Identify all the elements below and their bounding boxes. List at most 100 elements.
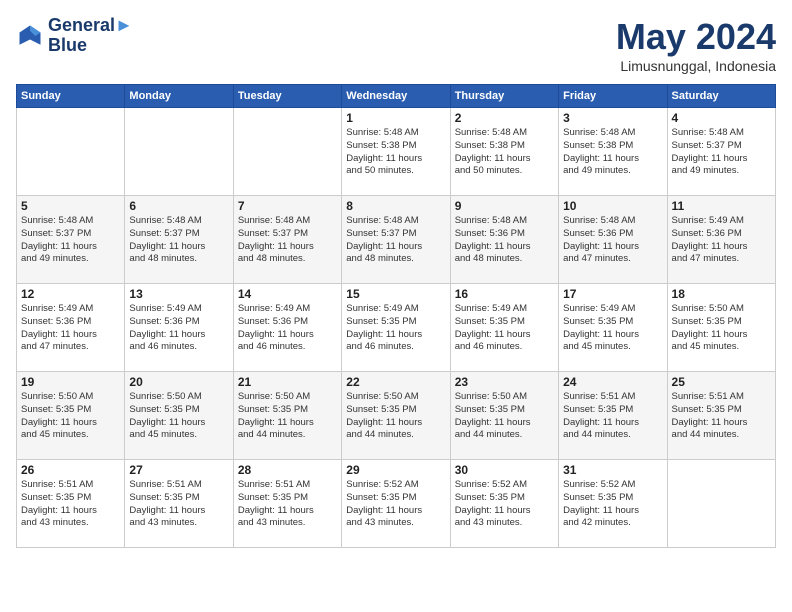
day-info: Sunrise: 5:49 AM Sunset: 5:35 PM Dayligh… (346, 303, 445, 354)
calendar-cell: 29 Sunrise: 5:52 AM Sunset: 5:35 PM Dayli… (342, 460, 450, 548)
day-info: Sunrise: 5:49 AM Sunset: 5:36 PM Dayligh… (21, 303, 120, 354)
calendar-cell (667, 460, 775, 548)
day-number: 3 (563, 111, 662, 125)
day-info: Sunrise: 5:48 AM Sunset: 5:37 PM Dayligh… (346, 215, 445, 266)
calendar-cell: 20Sunrise: 5:50 AM Sunset: 5:35 PM Dayli… (125, 372, 233, 460)
day-info: Sunrise: 5:52 AM Sunset: 5:35 PM Dayligh… (563, 479, 662, 530)
calendar-cell (233, 108, 341, 196)
day-number: 13 (129, 287, 228, 301)
day-number: 29 (346, 463, 445, 477)
day-number: 1 (346, 111, 445, 125)
calendar-cell: 12 Sunrise: 5:49 AM Sunset: 5:36 PM Dayli… (17, 284, 125, 372)
calendar-cell: 6 Sunrise: 5:48 AM Sunset: 5:37 PM Daylig… (125, 196, 233, 284)
day-info: Sunrise: 5:50 AM Sunset: 5:35 PM Dayligh… (238, 391, 337, 442)
day-info: Sunrise: 5:50 AM Sunset: 5:35 PM Dayligh… (672, 303, 771, 354)
day-info: Sunrise: 5:52 AM Sunset: 5:35 PM Dayligh… (346, 479, 445, 530)
day-info: Sunrise: 5:48 AM Sunset: 5:36 PM Dayligh… (455, 215, 554, 266)
logo-icon (16, 22, 44, 50)
day-number: 2 (455, 111, 554, 125)
day-number: 25 (672, 375, 771, 389)
calendar-cell: 8 Sunrise: 5:48 AM Sunset: 5:37 PM Daylig… (342, 196, 450, 284)
day-info: Sunrise: 5:49 AM Sunset: 5:36 PM Dayligh… (238, 303, 337, 354)
calendar-cell: 30 Sunrise: 5:52 AM Sunset: 5:35 PM Dayli… (450, 460, 558, 548)
day-info: Sunrise: 5:49 AM Sunset: 5:36 PM Dayligh… (672, 215, 771, 266)
calendar-cell: 2 Sunrise: 5:48 AM Sunset: 5:38 PM Daylig… (450, 108, 558, 196)
day-number: 30 (455, 463, 554, 477)
month-title: May 2024 (616, 16, 776, 58)
day-number: 17 (563, 287, 662, 301)
calendar-cell: 18Sunrise: 5:50 AM Sunset: 5:35 PM Dayli… (667, 284, 775, 372)
day-info: Sunrise: 5:49 AM Sunset: 5:35 PM Dayligh… (563, 303, 662, 354)
day-number: 7 (238, 199, 337, 213)
calendar-cell: 9 Sunrise: 5:48 AM Sunset: 5:36 PM Daylig… (450, 196, 558, 284)
weekday-header: Monday (125, 85, 233, 108)
day-number: 12 (21, 287, 120, 301)
calendar-cell: 22 Sunrise: 5:50 AM Sunset: 5:35 PM Dayli… (342, 372, 450, 460)
calendar-header-row: SundayMondayTuesdayWednesdayThursdayFrid… (17, 85, 776, 108)
calendar-cell: 5Sunrise: 5:48 AM Sunset: 5:37 PM Daylig… (17, 196, 125, 284)
day-info: Sunrise: 5:51 AM Sunset: 5:35 PM Dayligh… (129, 479, 228, 530)
day-info: Sunrise: 5:48 AM Sunset: 5:38 PM Dayligh… (346, 127, 445, 178)
calendar-cell: 23 Sunrise: 5:50 AM Sunset: 5:35 PM Dayli… (450, 372, 558, 460)
logo: General► Blue (16, 16, 133, 56)
day-number: 22 (346, 375, 445, 389)
day-number: 14 (238, 287, 337, 301)
title-block: May 2024 Limusnunggal, Indonesia (616, 16, 776, 74)
weekday-header: Thursday (450, 85, 558, 108)
calendar-cell (125, 108, 233, 196)
day-number: 31 (563, 463, 662, 477)
day-info: Sunrise: 5:48 AM Sunset: 5:38 PM Dayligh… (455, 127, 554, 178)
calendar-cell: 10 Sunrise: 5:48 AM Sunset: 5:36 PM Dayli… (559, 196, 667, 284)
day-info: Sunrise: 5:50 AM Sunset: 5:35 PM Dayligh… (346, 391, 445, 442)
calendar-cell: 21 Sunrise: 5:50 AM Sunset: 5:35 PM Dayli… (233, 372, 341, 460)
calendar-week-row: 1 Sunrise: 5:48 AM Sunset: 5:38 PM Daylig… (17, 108, 776, 196)
day-number: 23 (455, 375, 554, 389)
calendar-cell: 4Sunrise: 5:48 AM Sunset: 5:37 PM Daylig… (667, 108, 775, 196)
weekday-header: Tuesday (233, 85, 341, 108)
calendar-week-row: 26 Sunrise: 5:51 AM Sunset: 5:35 PM Dayli… (17, 460, 776, 548)
calendar-cell: 16Sunrise: 5:49 AM Sunset: 5:35 PM Dayli… (450, 284, 558, 372)
calendar-cell: 25 Sunrise: 5:51 AM Sunset: 5:35 PM Dayli… (667, 372, 775, 460)
calendar-cell: 14 Sunrise: 5:49 AM Sunset: 5:36 PM Dayli… (233, 284, 341, 372)
calendar-cell: 27Sunrise: 5:51 AM Sunset: 5:35 PM Dayli… (125, 460, 233, 548)
day-number: 24 (563, 375, 662, 389)
day-info: Sunrise: 5:49 AM Sunset: 5:36 PM Dayligh… (129, 303, 228, 354)
day-info: Sunrise: 5:50 AM Sunset: 5:35 PM Dayligh… (455, 391, 554, 442)
calendar-cell: 7 Sunrise: 5:48 AM Sunset: 5:37 PM Daylig… (233, 196, 341, 284)
calendar-cell: 17 Sunrise: 5:49 AM Sunset: 5:35 PM Dayli… (559, 284, 667, 372)
day-info: Sunrise: 5:48 AM Sunset: 5:38 PM Dayligh… (563, 127, 662, 178)
calendar-cell: 28Sunrise: 5:51 AM Sunset: 5:35 PM Dayli… (233, 460, 341, 548)
day-number: 11 (672, 199, 771, 213)
day-info: Sunrise: 5:50 AM Sunset: 5:35 PM Dayligh… (21, 391, 120, 442)
day-number: 15 (346, 287, 445, 301)
day-info: Sunrise: 5:52 AM Sunset: 5:35 PM Dayligh… (455, 479, 554, 530)
day-info: Sunrise: 5:51 AM Sunset: 5:35 PM Dayligh… (563, 391, 662, 442)
day-number: 6 (129, 199, 228, 213)
calendar-cell: 19 Sunrise: 5:50 AM Sunset: 5:35 PM Dayli… (17, 372, 125, 460)
day-number: 9 (455, 199, 554, 213)
day-info: Sunrise: 5:51 AM Sunset: 5:35 PM Dayligh… (672, 391, 771, 442)
day-number: 26 (21, 463, 120, 477)
day-info: Sunrise: 5:50 AM Sunset: 5:35 PM Dayligh… (129, 391, 228, 442)
weekday-header: Sunday (17, 85, 125, 108)
weekday-header: Saturday (667, 85, 775, 108)
calendar-cell: 1 Sunrise: 5:48 AM Sunset: 5:38 PM Daylig… (342, 108, 450, 196)
day-info: Sunrise: 5:48 AM Sunset: 5:37 PM Dayligh… (238, 215, 337, 266)
calendar-cell: 13 Sunrise: 5:49 AM Sunset: 5:36 PM Dayli… (125, 284, 233, 372)
weekday-header: Friday (559, 85, 667, 108)
calendar-week-row: 12 Sunrise: 5:49 AM Sunset: 5:36 PM Dayli… (17, 284, 776, 372)
calendar-cell: 15 Sunrise: 5:49 AM Sunset: 5:35 PM Dayli… (342, 284, 450, 372)
calendar-cell: 26 Sunrise: 5:51 AM Sunset: 5:35 PM Dayli… (17, 460, 125, 548)
calendar-week-row: 5Sunrise: 5:48 AM Sunset: 5:37 PM Daylig… (17, 196, 776, 284)
day-number: 21 (238, 375, 337, 389)
day-number: 19 (21, 375, 120, 389)
day-info: Sunrise: 5:48 AM Sunset: 5:37 PM Dayligh… (129, 215, 228, 266)
day-info: Sunrise: 5:51 AM Sunset: 5:35 PM Dayligh… (21, 479, 120, 530)
day-number: 8 (346, 199, 445, 213)
weekday-header: Wednesday (342, 85, 450, 108)
calendar-cell: 31 Sunrise: 5:52 AM Sunset: 5:35 PM Dayli… (559, 460, 667, 548)
day-info: Sunrise: 5:49 AM Sunset: 5:35 PM Dayligh… (455, 303, 554, 354)
day-number: 10 (563, 199, 662, 213)
logo-text: General► Blue (48, 16, 133, 56)
day-info: Sunrise: 5:48 AM Sunset: 5:36 PM Dayligh… (563, 215, 662, 266)
